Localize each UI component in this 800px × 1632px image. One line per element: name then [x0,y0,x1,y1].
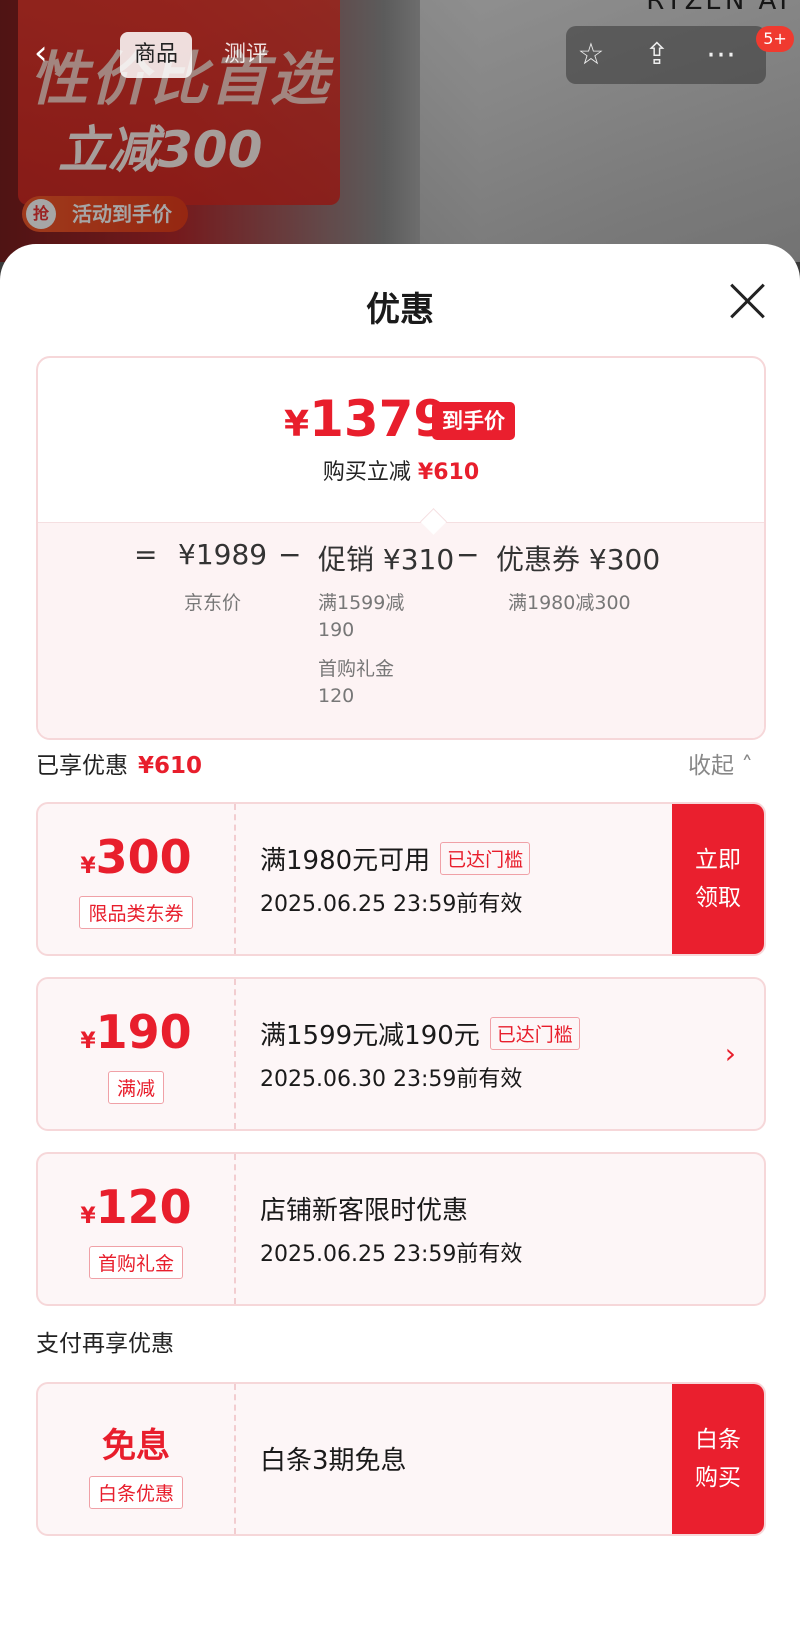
currency-symbol: ¥ [284,404,310,445]
save-line: 购买立减 ¥610 [38,454,764,486]
claim-button[interactable]: 立即 领取 [672,804,764,954]
coupon-validity: 2025.06.25 23:59前有效 [260,892,523,917]
installment-card: 免息 白条优惠 白条3期免息 白条购买 [36,1382,766,1536]
buy-label-1: 白条 [695,1427,741,1453]
coupon-amount: 优惠券 ¥300 [496,543,661,576]
discount-sheet: 优惠 ¥1379 到手价 购买立减 ¥610 = ¥1989 京东价 − 促销 … [0,244,800,1632]
promo-detail-1: 满1599减 [318,592,405,614]
enjoyed-amount: ¥610 [138,753,203,779]
baitiao-buy-button[interactable]: 白条 购买 [672,1384,764,1534]
coupon-validity: 2025.06.30 23:59前有效 [260,1067,523,1092]
chevron-up-icon: ˄ [741,753,753,779]
coupon-value: 190 [95,1005,192,1059]
coupon-card[interactable]: ¥190 满减 满1599元减190元 已达门槛 2025.06.30 23:59… [36,977,766,1131]
back-icon[interactable]: ‹ [34,36,64,70]
pay-discount-label: 支付再享优惠 [36,1331,174,1357]
coupon-type-badge: 限品类东券 [79,896,193,929]
minus-sign: − [278,538,302,571]
coupon-title: 满1599元减190元 已达门槛 [260,1015,580,1052]
claim-label-1: 立即 [695,847,741,873]
coupon-value-area: ¥300 限品类东券 [38,804,236,954]
promo-detail-4: 120 [318,685,355,707]
coupon-value: 120 [95,1180,192,1234]
coupon-type-badge: 满减 [107,1071,164,1104]
promo-detail-2: 190 [318,619,355,641]
tab-product[interactable]: 商品 [120,32,193,78]
coupon-value-area: ¥190 满减 [38,979,236,1129]
chevron-right-icon[interactable]: › [725,1037,736,1070]
final-price-value: 1379 [309,390,449,448]
interest-free-label: 免息 [102,1426,170,1466]
price-breakdown-card: ¥1379 到手价 购买立减 ¥610 = ¥1989 京东价 − 促销 ¥31… [36,356,766,740]
coupon-value: 300 [95,830,192,884]
final-price-tag: 到手价 [432,402,515,440]
coupon-card: ¥120 首购礼金 店铺新客限时优惠 2025.06.25 23:59前有效 [36,1152,766,1306]
final-price: ¥1379 [284,390,448,448]
coupon-detail: 满1980减300 [508,592,631,614]
buy-label-2: 购买 [695,1465,741,1491]
jd-price-label: 京东价 [184,592,242,614]
jd-price: ¥1989 [178,538,268,571]
promo-amount: 促销 ¥310 [318,543,455,576]
currency-symbol: ¥ [80,854,96,879]
save-label: 购买立减 [322,460,411,485]
nav-actions: ☆ ⇪ ⋯ [566,26,766,84]
collapse-toggle[interactable]: 收起 ˄ [688,746,753,780]
claim-label-2: 领取 [695,885,741,911]
close-icon[interactable] [722,276,772,326]
currency-symbol: ¥ [80,1204,96,1229]
enjoyed-label-text: 已享优惠 [36,753,128,779]
threshold-badge: 已达门槛 [440,842,531,875]
coupon-value-area: ¥120 首购礼金 [38,1154,236,1304]
collapse-label: 收起 [688,753,734,779]
share-icon[interactable]: ⇪ [638,36,676,74]
sheet-title: 优惠 [366,290,434,330]
coupon-validity: 2025.06.25 23:59前有效 [260,1242,523,1267]
threshold-badge: 已达门槛 [489,1017,580,1050]
message-badge: 5+ [756,26,794,52]
coupon-title: 店铺新客限时优惠 [260,1196,469,1226]
coupon-value-area: 免息 白条优惠 [38,1384,236,1534]
coupon-type-badge: 白条优惠 [88,1476,183,1509]
enjoyed-discount-label: 已享优惠 ¥610 [36,746,202,780]
currency-symbol: ¥ [80,1029,96,1054]
save-amount: ¥610 [417,460,480,485]
minus-sign: − [456,538,480,571]
coupon-card: ¥300 限品类东券 满1980元可用 已达门槛 2025.06.25 23:59… [36,802,766,956]
coupon-title-text: 满1980元可用 [260,846,431,876]
more-icon[interactable]: ⋯ [702,36,740,74]
installment-title: 白条3期免息 [260,1446,407,1476]
promo-detail-3: 首购礼金 [318,658,395,680]
coupon-title-text: 满1599元减190元 [260,1021,480,1051]
star-icon[interactable]: ☆ [572,36,610,74]
equals-sign: = [134,538,158,571]
tab-review[interactable]: 测评 [210,32,282,78]
coupon-title: 满1980元可用 已达门槛 [260,840,531,877]
coupon-type-badge: 首购礼金 [88,1246,183,1279]
